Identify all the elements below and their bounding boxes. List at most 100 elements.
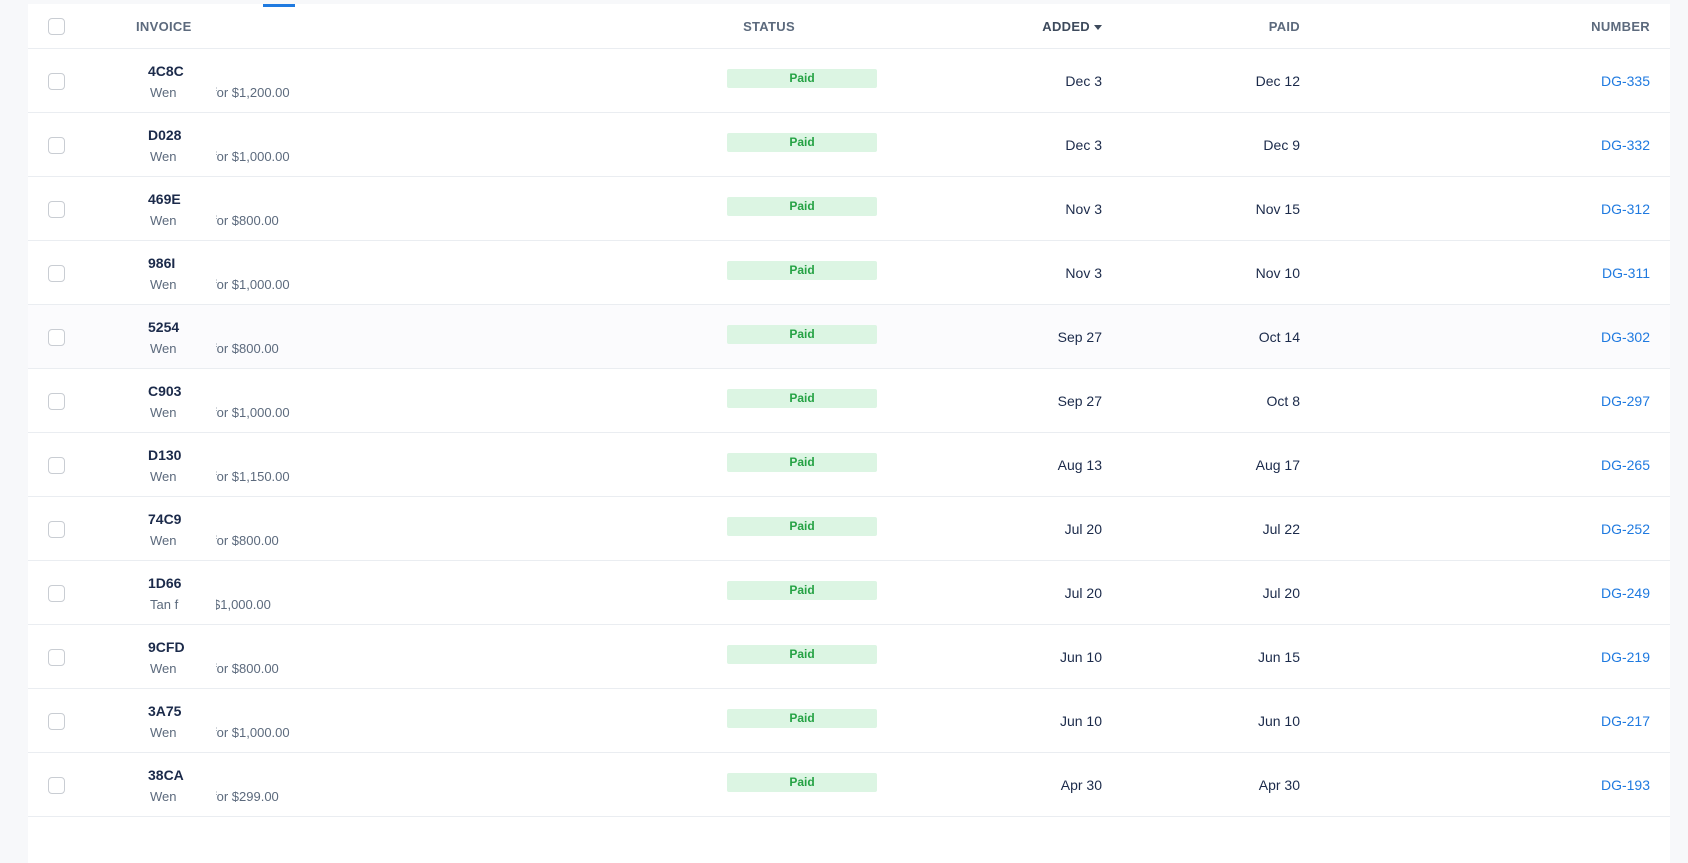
added-date: Dec 3	[1065, 73, 1102, 89]
table-row[interactable]: for $1,000.00 D028 Wen Paid Dec 3 Dec 9 …	[28, 113, 1670, 177]
added-date: Nov 3	[1065, 201, 1102, 217]
invoice-id[interactable]: 38CA	[148, 767, 184, 783]
invoice-amount: $1,000.00	[213, 597, 271, 612]
invoice-id[interactable]: 986I	[148, 255, 175, 271]
paid-date: Jul 20	[1262, 585, 1300, 601]
row-checkbox[interactable]	[48, 393, 65, 410]
row-checkbox[interactable]	[48, 73, 65, 90]
invoice-number-link[interactable]: DG-332	[1601, 137, 1650, 153]
table-row[interactable]: for $800.00 469E Wen Paid Nov 3 Nov 15 D…	[28, 177, 1670, 241]
row-checkbox[interactable]	[48, 329, 65, 346]
invoice-amount: for $1,000.00	[213, 277, 290, 292]
invoice-number-link[interactable]: DG-249	[1601, 585, 1650, 601]
added-date: Sep 27	[1057, 329, 1102, 345]
invoice-amount: for $800.00	[213, 213, 279, 228]
invoice-id[interactable]: 3A75	[148, 703, 181, 719]
invoice-id-column: 3A75 Wen	[128, 689, 216, 752]
row-checkbox[interactable]	[48, 649, 65, 666]
select-all-checkbox[interactable]	[48, 18, 65, 35]
added-date: Sep 27	[1057, 393, 1102, 409]
status-badge: Paid	[727, 709, 877, 728]
table-row[interactable]: for $1,000.00 986I Wen Paid Nov 3 Nov 10…	[28, 241, 1670, 305]
table-row[interactable]: for $1,000.00 C903 Wen Paid Sep 27 Oct 8…	[28, 369, 1670, 433]
status-badge: Paid	[727, 645, 877, 664]
invoice-number-link[interactable]: DG-311	[1602, 265, 1650, 281]
table-row[interactable]: for $299.00 38CA Wen Paid Apr 30 Apr 30 …	[28, 753, 1670, 817]
paid-date: Jul 22	[1262, 521, 1300, 537]
column-header-invoice[interactable]: INVOICE	[136, 19, 192, 34]
invoice-amount: for $1,000.00	[213, 725, 290, 740]
added-date: Jul 20	[1064, 585, 1102, 601]
invoice-number-link[interactable]: DG-193	[1601, 777, 1650, 793]
sort-desc-icon	[1094, 25, 1102, 31]
invoice-id[interactable]: 1D66	[148, 575, 181, 591]
table-row[interactable]: for $1,200.00 4C8C Wen Paid Dec 3 Dec 12…	[28, 49, 1670, 113]
invoice-table: INVOICE STATUS ADDED PAID NUMBER for $1,…	[28, 4, 1670, 863]
table-row[interactable]: for $800.00 9CFD Wen Paid Jun 10 Jun 15 …	[28, 625, 1670, 689]
invoice-id-column: C903 Wen	[128, 369, 216, 432]
column-header-status[interactable]: STATUS	[724, 19, 814, 34]
added-date: Jul 20	[1064, 521, 1102, 537]
invoice-amount: for $800.00	[213, 341, 279, 356]
invoice-id-column: 38CA Wen	[128, 753, 216, 816]
invoice-number-link[interactable]: DG-265	[1601, 457, 1650, 473]
invoice-id[interactable]: C903	[148, 383, 181, 399]
paid-date: Jun 15	[1257, 649, 1300, 665]
row-checkbox[interactable]	[48, 201, 65, 218]
paid-date: Oct 8	[1266, 393, 1300, 409]
status-badge: Paid	[727, 69, 877, 88]
table-row[interactable]: for $1,150.00 D130 Wen Paid Aug 13 Aug 1…	[28, 433, 1670, 497]
invoice-number-link[interactable]: DG-217	[1601, 713, 1650, 729]
added-date: Jun 10	[1059, 649, 1102, 665]
column-header-number[interactable]: NUMBER	[1591, 19, 1650, 34]
invoice-number-link[interactable]: DG-312	[1601, 201, 1650, 217]
invoice-number-link[interactable]: DG-297	[1601, 393, 1650, 409]
row-checkbox[interactable]	[48, 137, 65, 154]
added-date: Aug 13	[1057, 457, 1102, 473]
invoice-id-column: 74C9 Wen	[128, 497, 216, 560]
invoice-amount: for $1,200.00	[213, 85, 290, 100]
status-badge: Paid	[727, 261, 877, 280]
invoice-number-link[interactable]: DG-302	[1601, 329, 1650, 345]
invoice-number-link[interactable]: DG-252	[1601, 521, 1650, 537]
invoice-client: Wen	[150, 405, 177, 420]
paid-date: Dec 9	[1263, 137, 1300, 153]
invoice-id[interactable]: D028	[148, 127, 181, 143]
column-header-paid[interactable]: PAID	[1269, 19, 1300, 34]
row-checkbox[interactable]	[48, 713, 65, 730]
paid-date: Oct 14	[1258, 329, 1300, 345]
invoice-id-column: 986I Wen	[128, 241, 216, 304]
invoice-id[interactable]: D130	[148, 447, 181, 463]
table-row[interactable]: for $1,000.00 3A75 Wen Paid Jun 10 Jun 1…	[28, 689, 1670, 753]
row-checkbox[interactable]	[48, 777, 65, 794]
invoice-id[interactable]: 9CFD	[148, 639, 185, 655]
invoice-number-link[interactable]: DG-335	[1601, 73, 1650, 89]
status-badge: Paid	[727, 581, 877, 600]
status-badge: Paid	[727, 325, 877, 344]
invoice-id[interactable]: 469E	[148, 191, 181, 207]
table-row[interactable]: for $800.00 5254 Wen Paid Sep 27 Oct 14 …	[28, 305, 1670, 369]
table-row[interactable]: for $800.00 74C9 Wen Paid Jul 20 Jul 22 …	[28, 497, 1670, 561]
paid-date: Nov 10	[1255, 265, 1300, 281]
column-header-added-label: ADDED	[1042, 19, 1090, 34]
invoice-amount: for $299.00	[213, 789, 279, 804]
invoice-id[interactable]: 4C8C	[148, 63, 184, 79]
row-checkbox[interactable]	[48, 521, 65, 538]
invoice-id-column: D028 Wen	[128, 113, 216, 176]
invoice-id-column: D130 Wen	[128, 433, 216, 496]
invoice-id[interactable]: 74C9	[148, 511, 181, 527]
invoice-id-column: 4C8C Wen	[128, 49, 216, 112]
invoice-client: Wen	[150, 85, 177, 100]
table-row[interactable]: $1,000.00 1D66 Tan f Paid Jul 20 Jul 20 …	[28, 561, 1670, 625]
invoice-amount: for $800.00	[213, 661, 279, 676]
row-checkbox[interactable]	[48, 457, 65, 474]
row-checkbox[interactable]	[48, 585, 65, 602]
column-header-added[interactable]: ADDED	[1042, 19, 1102, 34]
row-checkbox[interactable]	[48, 265, 65, 282]
invoice-id[interactable]: 5254	[148, 319, 179, 335]
invoice-number-link[interactable]: DG-219	[1601, 649, 1650, 665]
added-date: Dec 3	[1065, 137, 1102, 153]
status-badge: Paid	[727, 517, 877, 536]
invoice-id-column: 9CFD Wen	[128, 625, 216, 688]
paid-date: Aug 17	[1255, 457, 1300, 473]
